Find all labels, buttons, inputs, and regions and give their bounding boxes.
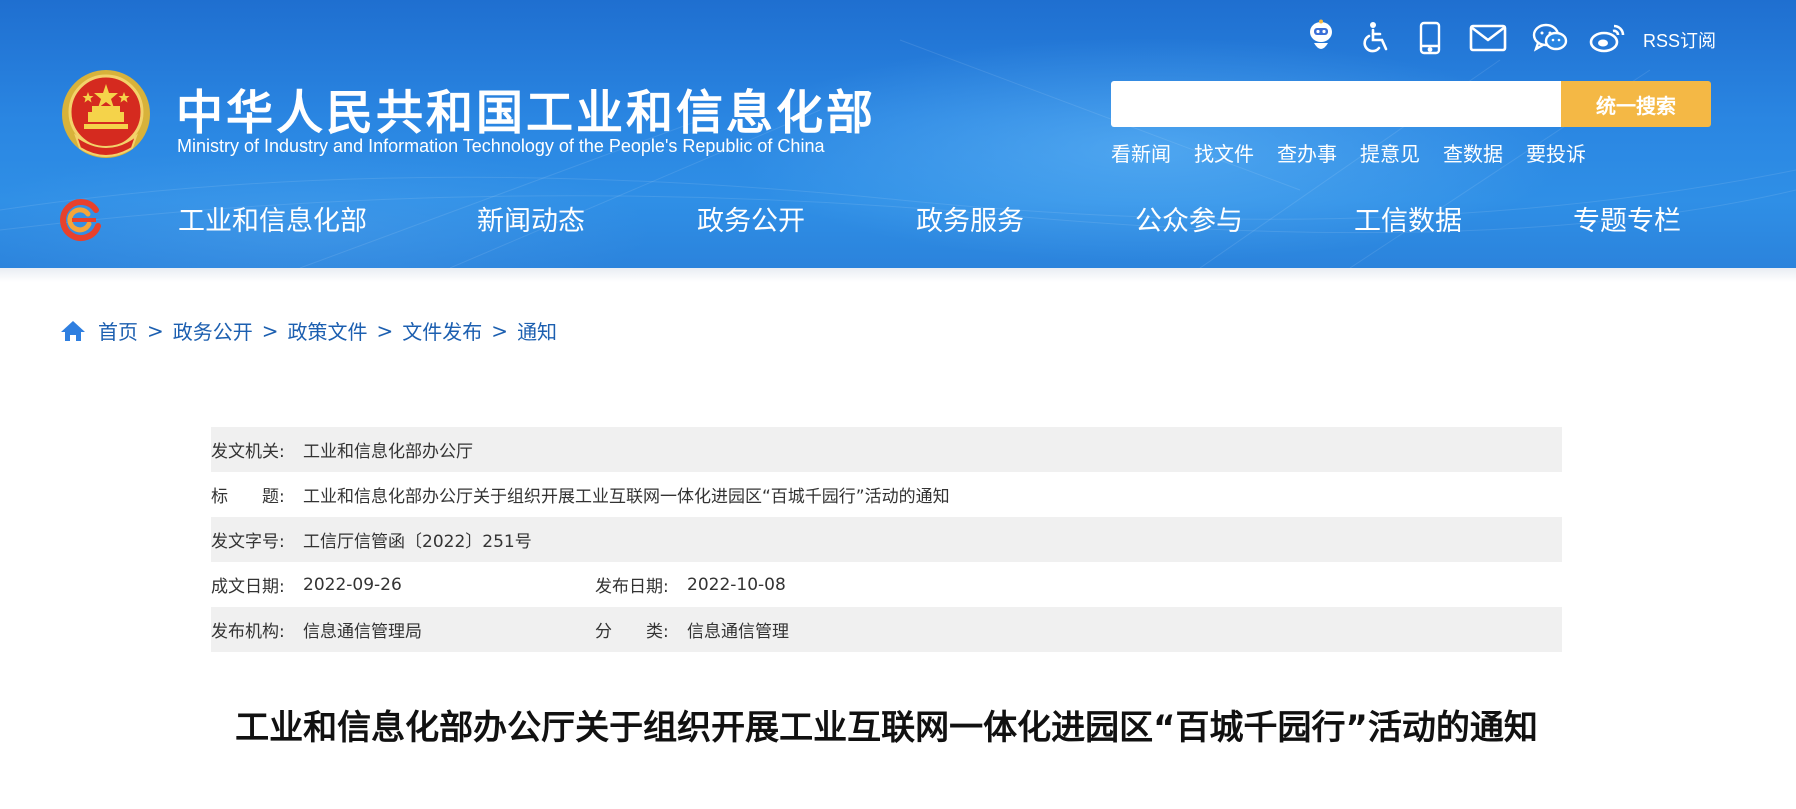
meta-row-doc-number: 发文字号: 工信厅信管函〔2022〕251号 [211,517,1562,562]
category-value: 信息通信管理 [687,622,789,642]
site-header: 中华人民共和国工业和信息化部 Ministry of Industry and … [0,0,1796,268]
header-shadow [0,268,1796,282]
title-value: 工业和信息化部办公厅关于组织开展工业互联网一体化进园区“百城千园行”活动的通知 [303,487,950,507]
issuer-label: 发文机关: [211,442,285,462]
title-label: 标 题: [211,487,285,507]
agency-label: 发布机构: [211,622,285,642]
published-date-value: 2022-10-08 [687,574,786,595]
search-input[interactable] [1111,81,1561,127]
unified-search-button[interactable]: 统一搜索 [1561,81,1711,127]
issuer-value: 工业和信息化部办公厅 [303,442,473,462]
mobile-icon[interactable] [1410,18,1450,58]
published-date-label: 发布日期: [595,577,669,597]
rss-subscribe-link[interactable]: RSS订阅 [1643,27,1716,53]
breadcrumb-policy-documents[interactable]: 政策文件 [288,316,368,345]
ministry-logo-icon[interactable] [56,196,102,242]
home-icon[interactable] [60,320,86,342]
quick-link-feedback[interactable]: 提意见 [1360,138,1420,167]
document-meta-table: 发文机关: 工业和信息化部办公厅 标 题: 工业和信息化部办公厅关于组织开展工业… [211,427,1562,652]
meta-row-dates: 成文日期: 2022-09-26 发布日期: 2022-10-08 [211,562,1562,607]
breadcrumb-notice[interactable]: 通知 [517,316,557,345]
breadcrumb-separator: > [147,318,164,343]
quick-link-data[interactable]: 查数据 [1443,138,1503,167]
quick-link-complaint[interactable]: 要投诉 [1526,138,1586,167]
wechat-icon[interactable] [1528,18,1572,58]
breadcrumb: 首页 > 政务公开 > 政策文件 > 文件发布 > 通知 [60,316,557,345]
doc-number-value: 工信厅信管函〔2022〕251号 [303,532,532,552]
meta-row-issuer: 发文机关: 工业和信息化部办公厅 [211,427,1562,472]
meta-row-title: 标 题: 工业和信息化部办公厅关于组织开展工业互联网一体化进园区“百城千园行”活… [211,472,1562,517]
robot-assistant-icon[interactable] [1301,18,1341,58]
published-date-group: 发布日期: 2022-10-08 [595,572,786,598]
breadcrumb-home[interactable]: 首页 [98,316,138,345]
document-title: 工业和信息化部办公厅关于组织开展工业互联网一体化进园区“百城千园行”活动的通知 [235,708,1538,748]
national-emblem-logo[interactable] [58,66,154,164]
doc-number-label: 发文字号: [211,532,285,552]
nav-item-government-affairs[interactable]: 政务公开 [697,199,805,238]
breadcrumb-file-release[interactable]: 文件发布 [402,316,482,345]
category-group: 分 类: 信息通信管理 [595,617,789,642]
nav-item-data[interactable]: 工信数据 [1354,199,1462,238]
breadcrumb-separator: > [376,318,394,343]
created-date-value: 2022-09-26 [303,574,402,595]
site-title: 中华人民共和国工业和信息化部 [176,86,876,141]
breadcrumb-separator: > [261,318,279,343]
nav-item-special-topics[interactable]: 专题专栏 [1573,199,1681,238]
weibo-icon[interactable] [1586,18,1630,58]
quick-link-news[interactable]: 看新闻 [1111,138,1171,167]
nav-item-news[interactable]: 新闻动态 [477,199,585,238]
agency-value: 信息通信管理局 [303,622,422,642]
mail-icon[interactable] [1466,18,1510,58]
quick-link-services[interactable]: 查办事 [1277,138,1337,167]
breadcrumb-separator: > [491,318,509,343]
breadcrumb-government-affairs[interactable]: 政务公开 [173,316,253,345]
category-label: 分 类: [595,622,669,642]
quick-links: 看新闻 找文件 查办事 提意见 查数据 要投诉 [1111,138,1609,167]
site-subtitle: Ministry of Industry and Information Tec… [177,136,825,156]
nav-item-public-participation[interactable]: 公众参与 [1135,199,1243,238]
accessibility-icon[interactable] [1356,18,1396,58]
nav-item-government-services[interactable]: 政务服务 [916,199,1024,238]
created-date-label: 成文日期: [211,577,285,597]
nav-item-ministry[interactable]: 工业和信息化部 [178,199,367,238]
meta-row-agency: 发布机构: 信息通信管理局 分 类: 信息通信管理 [211,607,1562,652]
quick-link-documents[interactable]: 找文件 [1194,138,1254,167]
